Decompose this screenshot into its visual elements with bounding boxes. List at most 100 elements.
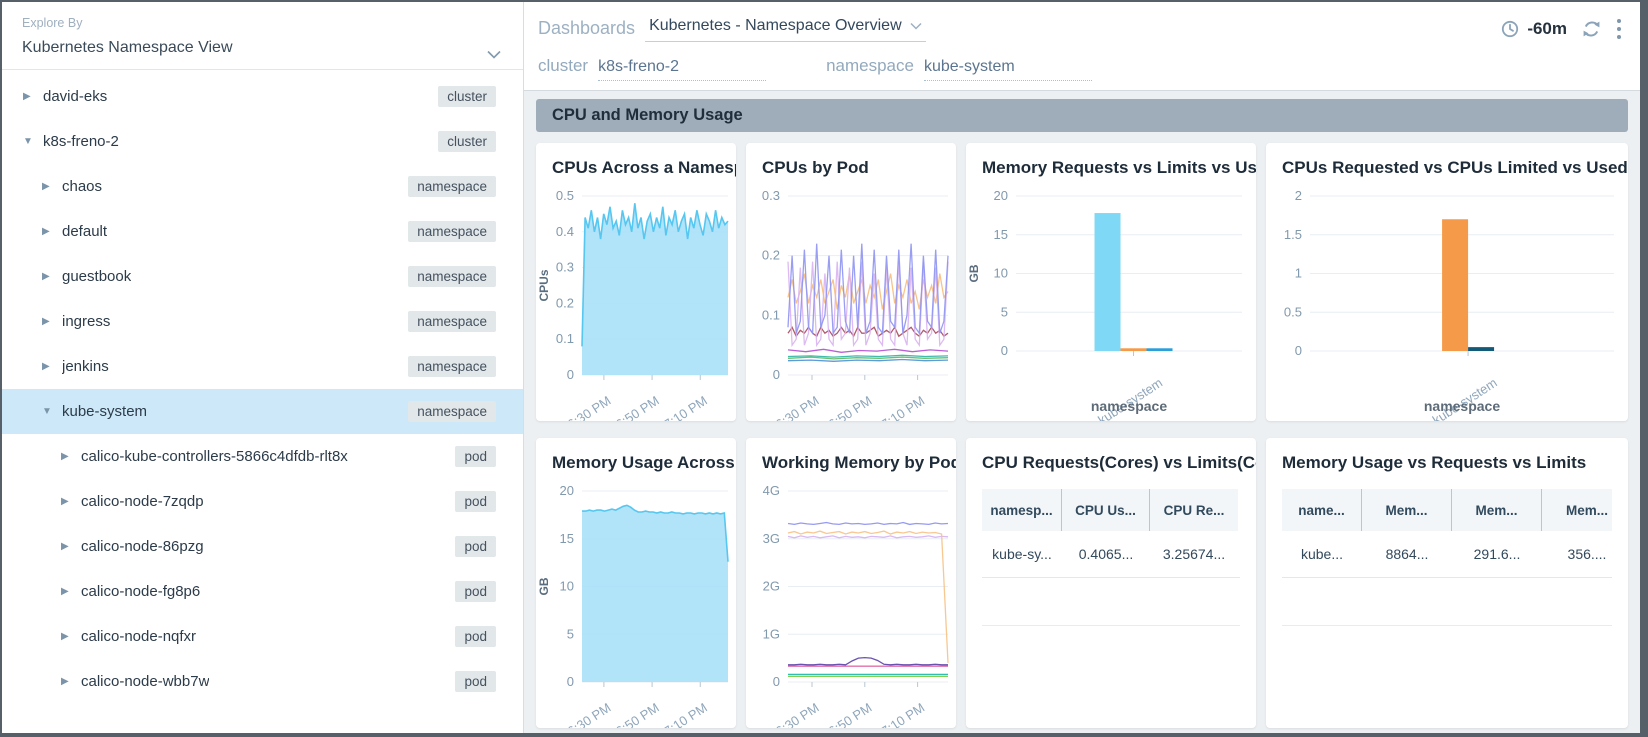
explore-by-selector[interactable]: Explore By Kubernetes Namespace View (2, 2, 523, 70)
chart-body: 00.511.52kube-systemnamespace (1266, 180, 1628, 421)
data-table: name...Mem...Mem...Mem...kube...8864...2… (1282, 489, 1612, 626)
chevron-down-icon[interactable] (487, 46, 501, 64)
svg-text:06:30 PM: 06:30 PM (559, 393, 614, 421)
clock-icon (1500, 19, 1520, 39)
section-header[interactable]: CPU and Memory Usage (536, 99, 1628, 132)
tree-item-calico-node-nqfxr[interactable]: ▶calico-node-nqfxrpod (2, 614, 523, 659)
svg-text:06:50 PM: 06:50 PM (820, 393, 875, 421)
svg-text:1G: 1G (763, 626, 780, 641)
refresh-button[interactable] (1581, 19, 1602, 39)
dashboard-panel: Dashboards Kubernetes - Namespace Overvi… (524, 2, 1640, 733)
type-badge: namespace (408, 266, 496, 287)
type-badge: namespace (408, 221, 496, 242)
type-badge: pod (455, 581, 496, 602)
table-column-header[interactable]: CPU Us... (1062, 489, 1150, 531)
chart-card-2[interactable]: Memory Requests vs Limits vs Usage051015… (966, 143, 1256, 421)
chart-card-1[interactable]: CPUs by Pod00.10.20.306:30 PM06:50 PM07:… (746, 143, 956, 421)
expand-icon[interactable]: ▶ (42, 226, 62, 237)
table-column-header[interactable]: namesp... (982, 489, 1062, 531)
expand-icon[interactable]: ▶ (42, 271, 62, 282)
expand-icon[interactable]: ▶ (23, 91, 43, 102)
chart-body: 00.10.20.30.40.5CPUs06:30 PM06:50 PM07:1… (536, 180, 736, 421)
collapse-icon[interactable]: ▼ (42, 406, 62, 417)
expand-icon[interactable]: ▶ (61, 586, 81, 597)
tree-item-guestbook[interactable]: ▶guestbook namespace (2, 254, 523, 299)
scope-namespace-value[interactable]: kube-system (924, 58, 1092, 81)
tree-item-jenkins[interactable]: ▶jenkinsnamespace (2, 344, 523, 389)
chart-card-3[interactable]: CPUs Requested vs CPUs Limited vs Used00… (1266, 143, 1628, 421)
svg-text:0.5: 0.5 (556, 188, 574, 203)
tree-item-kube-system[interactable]: ▼kube-systemnamespace (2, 389, 523, 434)
svg-text:3G: 3G (763, 531, 780, 546)
table-cell: 291.6... (1452, 531, 1542, 577)
chart-grid: CPUs Across a Namespace00.10.20.30.40.5C… (536, 143, 1628, 728)
table-column-header[interactable]: Mem... (1362, 489, 1452, 531)
tree-item-default[interactable]: ▶default namespace (2, 209, 523, 254)
table-row[interactable]: kube-sy...0.4065...3.25674... (982, 531, 1240, 578)
type-badge: namespace (408, 311, 496, 332)
tree-item-label: k8s-freno-2 (43, 133, 119, 150)
expand-icon[interactable]: ▶ (42, 181, 62, 192)
table-row[interactable]: kube...8864...291.6...356.... (1282, 531, 1612, 578)
table-cell: 8864... (1362, 531, 1452, 577)
time-range-selector[interactable]: -60m (1500, 19, 1567, 39)
chevron-down-icon (910, 22, 922, 30)
scope-namespace-label: namespace (826, 56, 914, 76)
tree-item-chaos[interactable]: ▶chaosnamespace (2, 164, 523, 209)
svg-text:1.5: 1.5 (1284, 227, 1302, 242)
expand-icon[interactable]: ▶ (61, 541, 81, 552)
tree-item-calico-node-7zqdp[interactable]: ▶calico-node-7zqdppod (2, 479, 523, 524)
chart-title: CPUs by Pod (746, 143, 956, 180)
tree-item-calico-node-wbb7w[interactable]: ▶calico-node-wbb7wpod (2, 659, 523, 704)
expand-icon[interactable]: ▶ (61, 676, 81, 687)
expand-icon[interactable]: ▶ (61, 496, 81, 507)
tree-item-label: default (62, 223, 107, 240)
expand-icon[interactable]: ▶ (61, 451, 81, 462)
table-column-header[interactable]: CPU Re... (1150, 489, 1238, 531)
svg-text:GB: GB (537, 577, 551, 595)
data-table: namesp...CPU Us...CPU Re...kube-sy...0.4… (982, 489, 1240, 626)
tree-item-calico-node-fg8p6[interactable]: ▶calico-node-fg8p6pod (2, 569, 523, 614)
chart-card-7[interactable]: Memory Usage vs Requests vs Limitsname..… (1266, 438, 1628, 728)
expand-icon[interactable]: ▶ (61, 631, 81, 642)
type-badge: pod (455, 671, 496, 692)
chart-title: Memory Usage Across a Namespace (536, 438, 736, 475)
chart-card-6[interactable]: CPU Requests(Cores) vs Limits(Cores)name… (966, 438, 1256, 728)
chart-title: CPUs Across a Namespace (536, 143, 736, 180)
expand-icon[interactable]: ▶ (42, 316, 62, 327)
table-column-header[interactable]: Mem... (1452, 489, 1542, 531)
tree-item-label: calico-node-7zqdp (81, 493, 204, 510)
kebab-menu-icon (1616, 18, 1622, 40)
svg-text:0.5: 0.5 (1284, 304, 1302, 319)
tree-item-ingress[interactable]: ▶ingressnamespace (2, 299, 523, 344)
collapse-icon[interactable]: ▼ (23, 136, 43, 147)
svg-text:06:50 PM: 06:50 PM (607, 700, 662, 728)
table-column-header[interactable]: name... (1282, 489, 1362, 531)
type-badge: pod (455, 446, 496, 467)
tree-item-david-eks[interactable]: ▶david-ekscluster (2, 74, 523, 119)
svg-text:06:30 PM: 06:30 PM (767, 393, 822, 421)
svg-text:0: 0 (1295, 343, 1302, 358)
tree-item-calico-node-86pzg[interactable]: ▶calico-node-86pzgpod (2, 524, 523, 569)
table-column-header[interactable]: Mem... (1542, 489, 1612, 531)
tree-item-calico-kube-controllers-5866c4dfdb-rlt8x[interactable]: ▶calico-kube-controllers-5866c4dfdb-rlt8… (2, 434, 523, 479)
svg-text:0: 0 (567, 367, 574, 382)
lines-chart-svg: 01G2G3G4G06:30 PM06:50 PM07:10 PM (746, 475, 956, 728)
explore-by-label: Explore By (22, 16, 503, 30)
dashboard-select[interactable]: Kubernetes - Namespace Overview (645, 15, 926, 42)
svg-text:0: 0 (1001, 343, 1008, 358)
time-range-value: -60m (1527, 19, 1567, 39)
chart-card-4[interactable]: Memory Usage Across a Namespace05101520G… (536, 438, 736, 728)
tree-item-label: guestbook (62, 268, 131, 285)
chart-card-5[interactable]: Working Memory by Pod01G2G3G4G06:30 PM06… (746, 438, 956, 728)
tree-item-label: jenkins (62, 358, 109, 375)
scope-cluster-value[interactable]: k8s-freno-2 (598, 58, 766, 81)
area-chart-svg: 05101520GB06:30 PM06:50 PM07:10 PM (536, 475, 736, 728)
chart-card-0[interactable]: CPUs Across a Namespace00.10.20.30.40.5C… (536, 143, 736, 421)
expand-icon[interactable]: ▶ (42, 361, 62, 372)
table-cell: 356.... (1542, 531, 1612, 577)
svg-text:0: 0 (773, 674, 780, 689)
more-menu-button[interactable] (1616, 18, 1622, 40)
tree-item-k8s-freno-2[interactable]: ▼k8s-freno-2cluster (2, 119, 523, 164)
svg-text:0.3: 0.3 (762, 188, 780, 203)
